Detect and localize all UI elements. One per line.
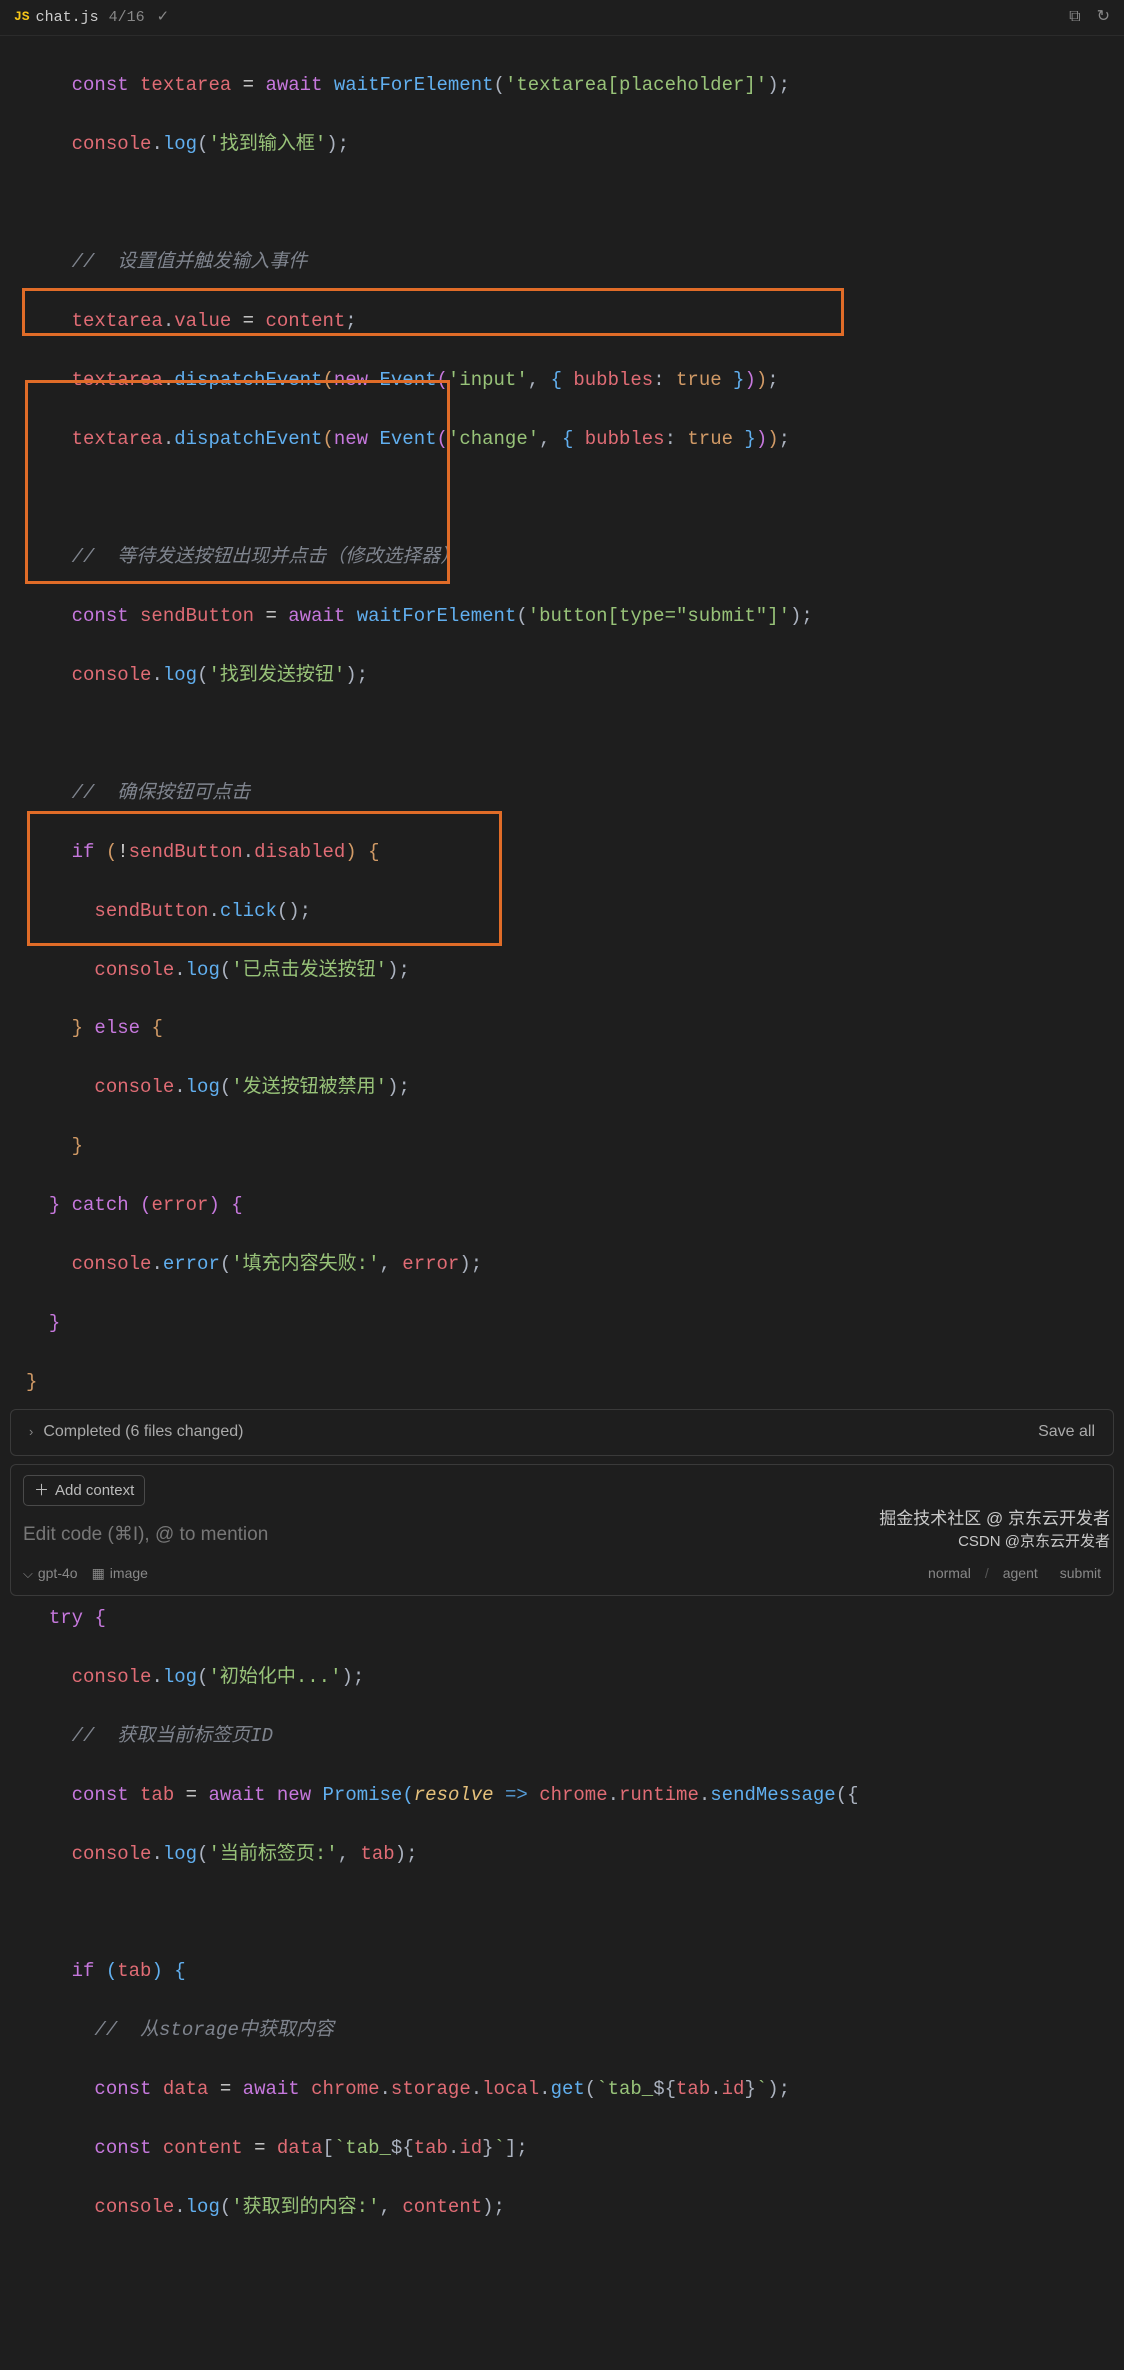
mode-agent[interactable]: agent: [1003, 1563, 1038, 1585]
reload-icon[interactable]: ↻: [1097, 5, 1110, 30]
watermarks: 掘金技术社区 @ 京东云开发者 CSDN @京东云开发者: [879, 1507, 1110, 1552]
copy-icon[interactable]: ⧉: [1069, 5, 1080, 30]
filename: chat.js: [36, 6, 99, 29]
file-count: 4/16: [109, 6, 145, 29]
file-tab[interactable]: JS chat.js 4/16 ✓: [0, 2, 183, 33]
chevron-icon: ⌵: [23, 1564, 33, 1584]
bottom-panel: › Completed (6 files changed) Save all ＋…: [0, 1401, 1124, 1602]
submit-button[interactable]: submit: [1060, 1563, 1101, 1585]
chevron-right-icon: ›: [29, 1422, 33, 1442]
add-context-button[interactable]: ＋ Add context: [23, 1475, 145, 1506]
image-button[interactable]: ▦ image: [92, 1563, 148, 1585]
completed-bar[interactable]: › Completed (6 files changed) Save all: [10, 1409, 1114, 1456]
tab-actions: ⧉ ↻: [1069, 5, 1110, 30]
completed-label: Completed (6 files changed): [43, 1420, 243, 1445]
tab-bar: JS chat.js 4/16 ✓ ⧉ ↻: [0, 0, 1124, 36]
plus-icon: ＋: [34, 1479, 49, 1502]
code-editor[interactable]: const textarea = await waitForElement('t…: [0, 36, 1124, 2370]
model-selector[interactable]: ⌵ gpt-4o: [23, 1563, 78, 1585]
image-icon: ▦: [92, 1563, 105, 1585]
check-icon: ✓: [157, 6, 170, 29]
js-icon: JS: [14, 7, 30, 27]
save-all-button[interactable]: Save all: [1038, 1420, 1095, 1445]
mode-normal[interactable]: normal: [928, 1563, 971, 1585]
